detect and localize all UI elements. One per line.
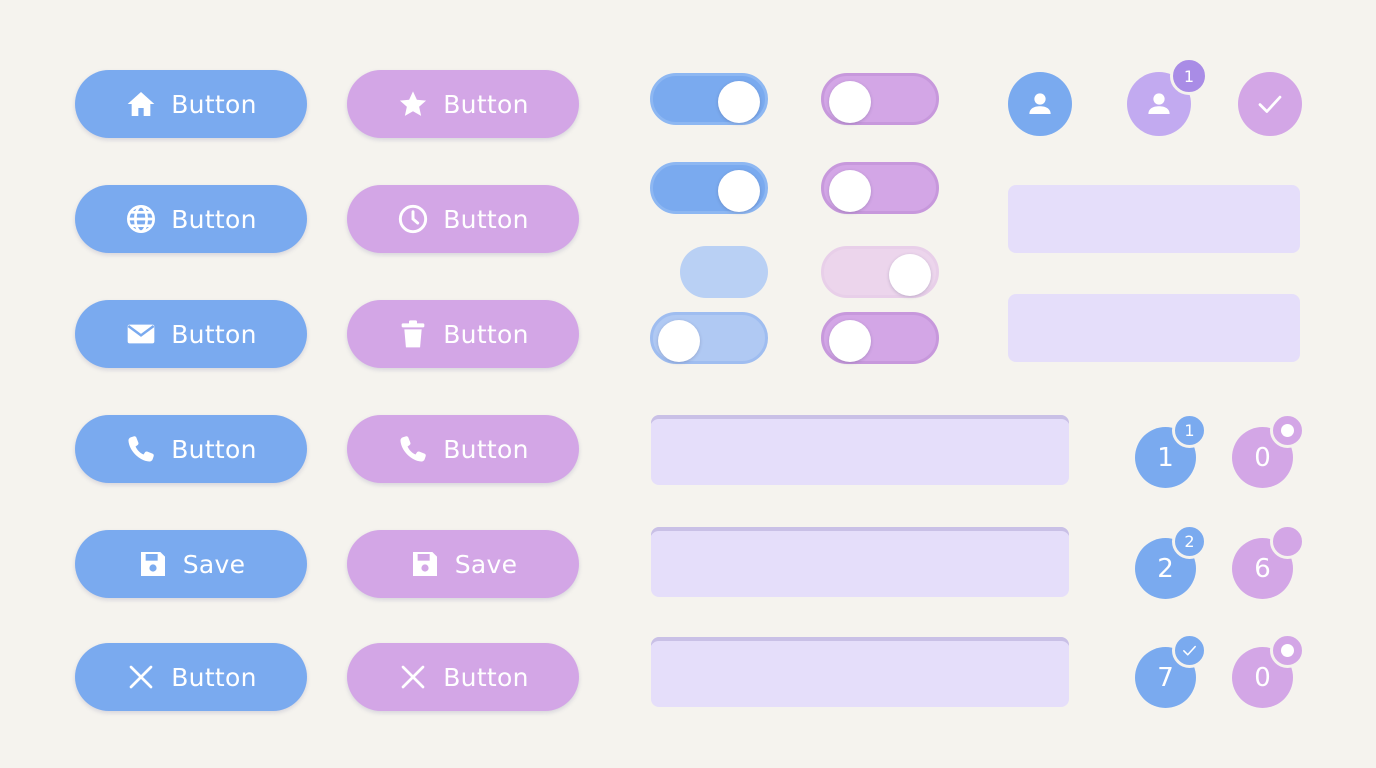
toggle-knob bbox=[718, 81, 760, 123]
check-badge bbox=[1172, 633, 1207, 668]
star-button[interactable]: Button bbox=[347, 70, 579, 138]
toggle-knob bbox=[718, 170, 760, 212]
dot-icon bbox=[1281, 644, 1294, 657]
status-badge bbox=[1270, 413, 1305, 448]
notification-badge: 1 bbox=[1170, 57, 1208, 95]
badge-count: 2 bbox=[1184, 532, 1195, 551]
toggle-switch[interactable] bbox=[650, 312, 768, 364]
button-label: Button bbox=[171, 89, 257, 119]
avatar[interactable] bbox=[1008, 72, 1072, 136]
mail-icon bbox=[125, 318, 157, 350]
star-icon bbox=[397, 88, 429, 120]
user-icon bbox=[1144, 89, 1174, 119]
text-input[interactable] bbox=[1008, 294, 1300, 362]
button-label: Button bbox=[171, 204, 257, 234]
toggle-switch[interactable] bbox=[650, 162, 768, 214]
phone-icon bbox=[397, 433, 429, 465]
button-label: Save bbox=[454, 549, 518, 579]
trash-button[interactable]: Button bbox=[347, 300, 579, 368]
button-label: Button bbox=[443, 204, 529, 234]
button-label: Button bbox=[443, 662, 529, 692]
badge-count: 1 bbox=[1184, 421, 1195, 440]
toggle-knob bbox=[829, 81, 871, 123]
close-button[interactable]: Button bbox=[75, 643, 307, 711]
phone-button[interactable]: Button bbox=[347, 415, 579, 483]
button-label: Button bbox=[443, 434, 529, 464]
close-button[interactable]: Button bbox=[347, 643, 579, 711]
check-icon bbox=[1255, 89, 1285, 119]
button-label: Button bbox=[171, 662, 257, 692]
text-input[interactable] bbox=[1008, 185, 1300, 253]
save-icon bbox=[409, 548, 441, 580]
badge-count: 1 bbox=[1183, 66, 1195, 86]
toggle-switch[interactable] bbox=[821, 162, 939, 214]
status-badge bbox=[1270, 633, 1305, 668]
close-icon bbox=[125, 661, 157, 693]
counter-value: 1 bbox=[1157, 442, 1174, 473]
save-button[interactable]: Save bbox=[347, 530, 579, 598]
status-badge bbox=[1270, 524, 1305, 559]
count-badge: 2 bbox=[1172, 524, 1207, 559]
text-input[interactable] bbox=[651, 527, 1069, 597]
globe-icon bbox=[125, 203, 157, 235]
toggle-knob bbox=[889, 254, 931, 296]
dot-icon bbox=[1281, 424, 1294, 437]
counter-value: 2 bbox=[1157, 553, 1174, 584]
globe-button[interactable]: Button bbox=[75, 185, 307, 253]
check-icon bbox=[1181, 642, 1198, 659]
button-label: Button bbox=[171, 434, 257, 464]
home-button[interactable]: Button bbox=[75, 70, 307, 138]
trash-icon bbox=[397, 318, 429, 350]
toggle-switch-disabled[interactable] bbox=[821, 246, 939, 298]
user-icon bbox=[1025, 89, 1055, 119]
button-label: Save bbox=[182, 549, 246, 579]
phone-icon bbox=[125, 433, 157, 465]
toggle-switch[interactable] bbox=[821, 73, 939, 125]
button-label: Button bbox=[443, 319, 529, 349]
toggle-switch[interactable] bbox=[650, 73, 768, 125]
button-label: Button bbox=[443, 89, 529, 119]
toggle-switch[interactable] bbox=[821, 312, 939, 364]
clock-icon bbox=[397, 203, 429, 235]
save-icon bbox=[137, 548, 169, 580]
phone-button[interactable]: Button bbox=[75, 415, 307, 483]
toggle-knob bbox=[829, 320, 871, 362]
count-badge: 1 bbox=[1172, 413, 1207, 448]
clock-button[interactable]: Button bbox=[347, 185, 579, 253]
text-input[interactable] bbox=[651, 415, 1069, 485]
close-icon bbox=[397, 661, 429, 693]
check-avatar[interactable] bbox=[1238, 72, 1302, 136]
toggle-knob bbox=[658, 320, 700, 362]
text-input[interactable] bbox=[651, 637, 1069, 707]
toggle-knob bbox=[829, 170, 871, 212]
counter-value: 0 bbox=[1254, 442, 1271, 473]
toggle-switch-disabled[interactable] bbox=[680, 246, 768, 298]
mail-button[interactable]: Button bbox=[75, 300, 307, 368]
counter-value: 0 bbox=[1254, 662, 1271, 693]
button-label: Button bbox=[171, 319, 257, 349]
save-button[interactable]: Save bbox=[75, 530, 307, 598]
home-icon bbox=[125, 88, 157, 120]
counter-value: 6 bbox=[1254, 553, 1271, 584]
counter-value: 7 bbox=[1157, 662, 1174, 693]
